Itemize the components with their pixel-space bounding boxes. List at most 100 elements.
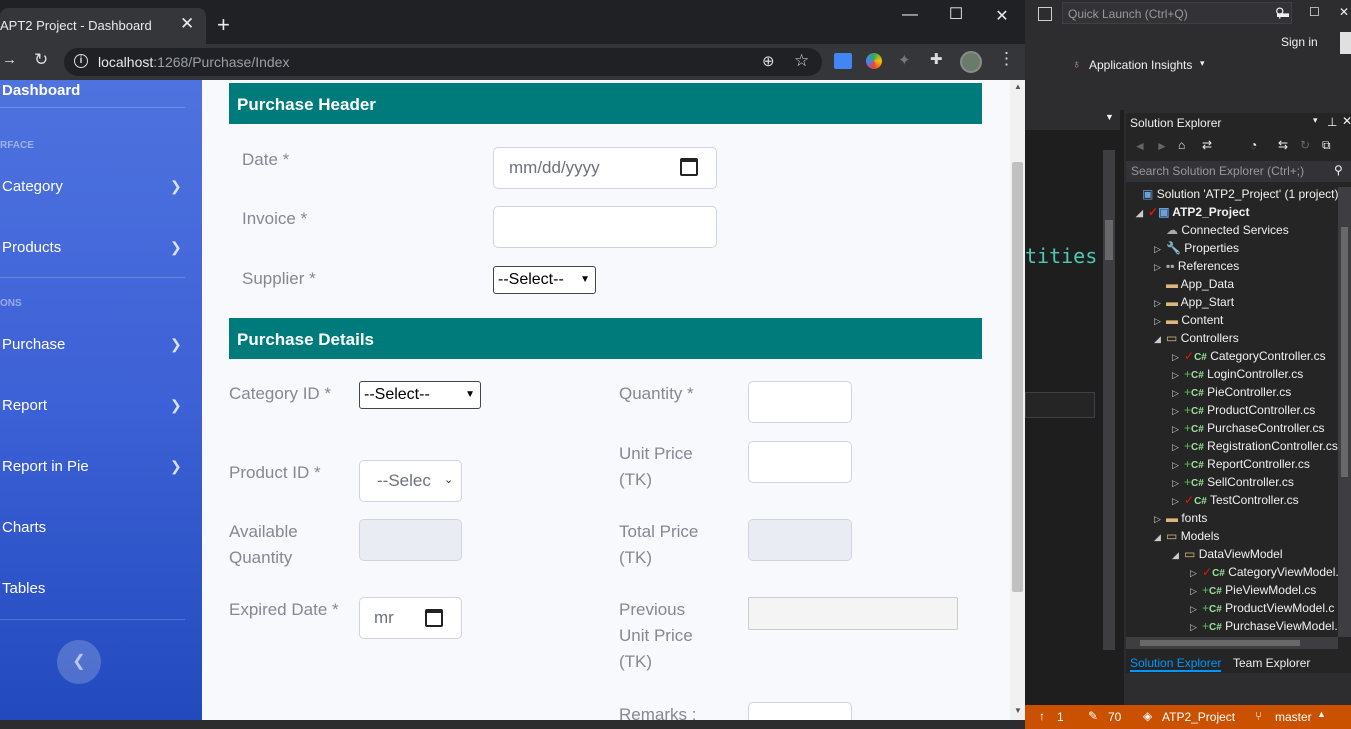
extension-icon[interactable]: ✦ bbox=[898, 51, 911, 69]
color-extension-icon[interactable] bbox=[866, 53, 882, 69]
pencil-icon[interactable]: ✎ bbox=[1088, 709, 1098, 723]
se-horizontal-scrollbar[interactable] bbox=[1126, 637, 1338, 649]
collapse-all-icon[interactable]: ⧉ bbox=[1322, 138, 1331, 153]
calendar-icon[interactable] bbox=[680, 158, 698, 176]
tree-item-report-controller[interactable]: ▷ +C# ReportController.cs bbox=[1172, 457, 1310, 475]
scrollbar-thumb[interactable] bbox=[1012, 162, 1023, 592]
page-scrollbar[interactable]: ▲ ▼ bbox=[1010, 80, 1025, 720]
branch-name[interactable]: master bbox=[1275, 710, 1312, 724]
repo-name[interactable]: ATP2_Project bbox=[1162, 710, 1235, 724]
tree-item-app-start[interactable]: ▷ ▬ App_Start bbox=[1154, 295, 1234, 313]
vs-maximize-icon[interactable]: ☐ bbox=[1309, 5, 1320, 19]
sidebar-toggle-button[interactable]: ❮ bbox=[57, 640, 101, 684]
switch-views-icon[interactable]: ⇆ bbox=[1278, 138, 1288, 152]
zoom-icon[interactable]: ⊕ bbox=[762, 52, 775, 70]
tree-item-product-viewmodel[interactable]: ▷ +C# ProductViewModel.c bbox=[1190, 601, 1334, 619]
se-vertical-scrollbar[interactable] bbox=[1338, 187, 1351, 637]
editor-scrollbar[interactable] bbox=[1103, 150, 1115, 650]
tab-solution-explorer[interactable]: Solution Explorer bbox=[1130, 656, 1222, 672]
search-icon[interactable]: ⚲ bbox=[1334, 163, 1343, 177]
profile-avatar[interactable] bbox=[960, 51, 982, 73]
tab-team-explorer[interactable]: Team Explorer bbox=[1233, 656, 1310, 670]
puzzle-extensions-icon[interactable]: ✚ bbox=[930, 50, 943, 68]
unit-price-input[interactable] bbox=[748, 441, 852, 483]
sidebar-dashboard-link[interactable]: Dashboard bbox=[2, 82, 80, 99]
forward-icon[interactable]: ► bbox=[1156, 139, 1168, 153]
quantity-input[interactable] bbox=[748, 381, 852, 423]
tree-item-controllers[interactable]: ◢ ▭ Controllers bbox=[1154, 331, 1239, 349]
supplier-select[interactable]: --Select-- ▼ bbox=[493, 266, 596, 294]
se-scroll-thumb[interactable] bbox=[1341, 227, 1348, 477]
sidebar-item-charts[interactable]: Charts bbox=[2, 519, 46, 536]
tree-item-models[interactable]: ◢ ▭ Models bbox=[1154, 529, 1219, 547]
tree-item-purchase-viewmodel[interactable]: ▷ +C# PurchaseViewModel. bbox=[1190, 619, 1338, 637]
code-editor[interactable]: ▼ tities bbox=[1025, 110, 1124, 705]
translate-extension-icon[interactable] bbox=[834, 53, 852, 69]
tree-item-purchase-controller[interactable]: ▷ +C# PurchaseController.cs bbox=[1172, 421, 1325, 439]
tree-item-fonts[interactable]: ▷ ▬ fonts bbox=[1154, 511, 1207, 529]
sidebar-item-report-in-pie[interactable]: Report in Pie bbox=[2, 458, 89, 475]
product-select[interactable]: --Selec ⌄ bbox=[359, 460, 462, 502]
se-hscroll-thumb[interactable] bbox=[1140, 640, 1300, 646]
tree-item-connected-services[interactable]: ☁ Connected Services bbox=[1166, 223, 1289, 241]
sidebar-item-report[interactable]: Report bbox=[2, 397, 47, 414]
sync-icon[interactable]: ⇄ bbox=[1202, 138, 1212, 152]
close-pane-icon[interactable]: ✕ bbox=[1342, 114, 1351, 128]
tree-item-content[interactable]: ▷ ▬ Content bbox=[1154, 313, 1223, 331]
account-icon[interactable] bbox=[1340, 32, 1351, 54]
dropdown-icon[interactable]: ▾ bbox=[1313, 115, 1318, 126]
sidebar-item-purchase[interactable]: Purchase bbox=[2, 336, 65, 353]
forward-icon[interactable]: → bbox=[2, 51, 17, 68]
sidebar-item-products[interactable]: Products bbox=[2, 239, 61, 256]
remarks-input[interactable] bbox=[748, 702, 852, 720]
back-icon[interactable]: ◄ bbox=[1134, 139, 1146, 153]
branch-icon[interactable]: ⑂ bbox=[1255, 709, 1262, 723]
history-icon[interactable]: ◔ bbox=[1250, 138, 1257, 152]
info-icon[interactable]: i bbox=[74, 54, 88, 68]
tree-item-registration-controller[interactable]: ▷ +C# RegistrationController.cs bbox=[1172, 439, 1338, 457]
tree-item-sell-controller[interactable]: ▷ +C# SellController.cs bbox=[1172, 475, 1294, 493]
maximize-icon[interactable]: ☐ bbox=[941, 4, 971, 24]
tree-item-app-data[interactable]: ▬ App_Data bbox=[1166, 277, 1234, 295]
editor-scroll-thumb[interactable] bbox=[1105, 220, 1113, 260]
tree-item-pie-viewmodel[interactable]: ▷ +C# PieViewModel.cs bbox=[1190, 583, 1316, 601]
up-arrow-icon[interactable]: ↑ bbox=[1039, 709, 1045, 723]
tree-item-category-controller[interactable]: ▷ ✓C# CategoryController.cs bbox=[1172, 349, 1326, 367]
calendar-icon[interactable] bbox=[425, 609, 443, 627]
scroll-up-icon[interactable]: ▲ bbox=[1014, 82, 1022, 91]
tree-item-references[interactable]: ▷ ▪▪ References bbox=[1154, 259, 1239, 277]
address-bar[interactable]: i localhost:1268/Purchase/Index ⊕ ☆ bbox=[64, 48, 822, 76]
date-field[interactable]: mm/dd/yyyy bbox=[493, 147, 717, 189]
tree-item-solution[interactable]: ▣ Solution 'ATP2_Project' (1 project) bbox=[1130, 187, 1338, 205]
home-icon[interactable]: ⌂ bbox=[1178, 138, 1185, 152]
minimize-icon[interactable]: — bbox=[895, 6, 925, 24]
tree-item-category-viewmodel[interactable]: ▷ ✓C# CategoryViewModel. bbox=[1190, 565, 1338, 583]
window-close-icon[interactable]: ✕ bbox=[987, 6, 1017, 26]
chevron-down-icon[interactable]: ▼ bbox=[1105, 112, 1114, 122]
repo-icon[interactable]: ◈ bbox=[1143, 709, 1152, 723]
sidebar-item-category[interactable]: Category bbox=[2, 178, 63, 195]
tree-item-dataviewmodel[interactable]: ◢ ▭ DataViewModel bbox=[1172, 547, 1283, 565]
feedback-icon[interactable] bbox=[1038, 7, 1052, 21]
menu-dots-icon[interactable]: ⋮ bbox=[998, 49, 1015, 69]
invoice-input[interactable] bbox=[493, 206, 717, 248]
reload-icon[interactable]: ↻ bbox=[34, 50, 48, 70]
caret-up-icon[interactable]: ▲ bbox=[1317, 709, 1326, 719]
vs-minimize-icon[interactable]: ▬ bbox=[1277, 6, 1289, 20]
unpushed-count[interactable]: 1 bbox=[1057, 710, 1064, 724]
new-tab-icon[interactable]: + bbox=[217, 14, 230, 36]
tree-item-project[interactable]: ◢ ✓▣ ATP2_Project bbox=[1136, 205, 1249, 223]
se-search-input[interactable]: Search Solution Explorer (Ctrl+;) ⚲ bbox=[1126, 161, 1351, 182]
sign-in-link[interactable]: Sign in bbox=[1281, 35, 1318, 49]
tree-item-product-controller[interactable]: ▷ +C# ProductController.cs bbox=[1172, 403, 1315, 421]
scroll-down-icon[interactable]: ▼ bbox=[1014, 706, 1022, 715]
quick-launch-input[interactable]: Quick Launch (Ctrl+Q) ⚲ bbox=[1062, 2, 1292, 24]
close-tab-icon[interactable]: ✕ bbox=[180, 15, 194, 33]
refresh-icon[interactable]: ↻ bbox=[1300, 138, 1310, 152]
tree-item-pie-controller[interactable]: ▷ +C# PieController.cs bbox=[1172, 385, 1291, 403]
tree-item-properties[interactable]: ▷ 🔧 Properties bbox=[1154, 241, 1239, 259]
tree-item-login-controller[interactable]: ▷ +C# LoginController.cs bbox=[1172, 367, 1303, 385]
chevron-down-icon[interactable]: ▾ bbox=[1200, 58, 1205, 69]
vs-close-icon[interactable]: ✕ bbox=[1339, 5, 1349, 19]
bookmark-star-icon[interactable]: ☆ bbox=[794, 51, 809, 71]
